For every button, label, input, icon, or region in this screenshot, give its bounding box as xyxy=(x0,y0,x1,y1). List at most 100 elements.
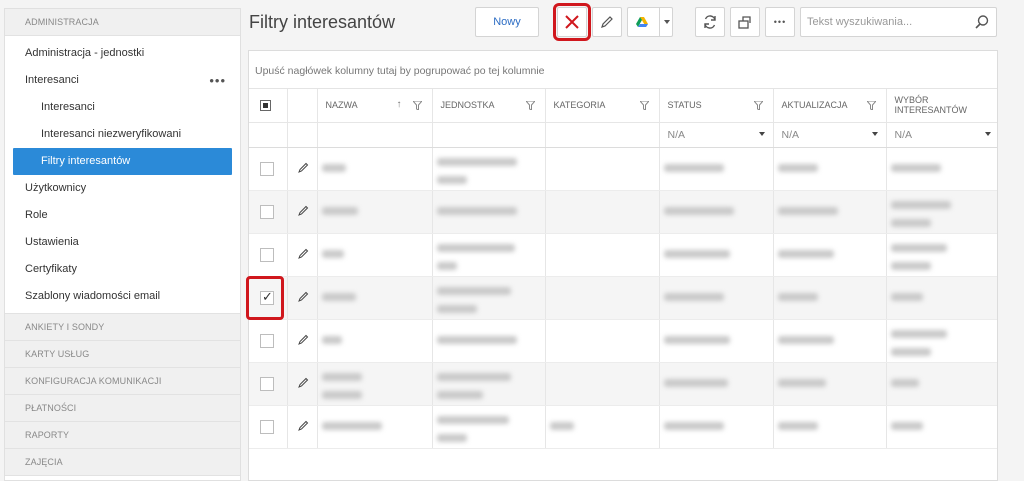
table-row[interactable] xyxy=(249,362,997,406)
cell-nazwa xyxy=(317,276,433,320)
redacted-text xyxy=(436,373,511,382)
pencil-icon[interactable] xyxy=(297,291,309,302)
row-checkbox[interactable] xyxy=(260,161,274,176)
redacted-text xyxy=(663,164,724,173)
filter-nazwa[interactable] xyxy=(317,122,433,148)
pencil-icon[interactable] xyxy=(297,420,309,431)
table-row[interactable] xyxy=(249,233,997,277)
pencil-icon[interactable] xyxy=(297,248,309,259)
sidebar-item-certyfikaty[interactable]: Certyfikaty xyxy=(5,256,240,283)
search-icon[interactable] xyxy=(974,14,990,30)
redacted-text xyxy=(890,422,923,431)
row-checkbox[interactable] xyxy=(260,376,274,391)
redacted-text xyxy=(777,293,818,302)
sidebar-item-filtry[interactable]: Filtry interesantów xyxy=(13,148,232,175)
export-button[interactable] xyxy=(730,7,760,37)
cell-aktualizacja xyxy=(773,276,887,320)
cell-status xyxy=(659,190,774,234)
pencil-icon[interactable] xyxy=(297,205,309,216)
drive-dropdown-button[interactable] xyxy=(627,7,673,37)
more-menu-icon[interactable]: ••• xyxy=(209,67,226,94)
cell-wybor xyxy=(886,362,997,406)
redacted-text xyxy=(436,207,517,216)
column-header-kategoria[interactable]: KATEGORIA xyxy=(545,89,660,123)
filter-aktualizacja[interactable]: N/A xyxy=(773,122,887,148)
filter-icon[interactable] xyxy=(525,101,535,110)
row-checkbox[interactable] xyxy=(260,247,274,262)
search-input[interactable] xyxy=(801,8,961,36)
cell-aktualizacja xyxy=(773,147,887,191)
pencil-icon[interactable] xyxy=(297,334,309,345)
redacted-text xyxy=(890,201,951,210)
filter-row: N/A N/A N/A xyxy=(249,122,997,148)
table-row[interactable] xyxy=(249,405,997,449)
section-administracja[interactable]: ADMINISTRACJA xyxy=(5,9,240,36)
sidebar-item-ustawienia[interactable]: Ustawienia xyxy=(5,229,240,256)
redacted-text xyxy=(321,373,362,382)
filter-wybor[interactable]: N/A xyxy=(886,122,997,148)
redacted-text xyxy=(777,336,834,345)
dropdown-caret-icon[interactable] xyxy=(871,131,878,136)
redacted-text xyxy=(436,287,511,296)
new-button[interactable]: Nowy xyxy=(475,7,539,37)
cell-status xyxy=(659,233,774,277)
redacted-text xyxy=(436,336,517,345)
close-icon xyxy=(565,15,579,29)
sidebar-item-niezweryfikowani[interactable]: Interesanci niezweryfikowani xyxy=(5,121,240,148)
sidebar-item-interesanci[interactable]: Interesanci ••• xyxy=(5,67,240,94)
column-header-status[interactable]: STATUS xyxy=(659,89,774,123)
more-options-button[interactable]: ••• xyxy=(765,7,795,37)
column-header-wybor[interactable]: WYBÓR INTERESANTÓW xyxy=(886,89,997,123)
row-checkbox[interactable] xyxy=(260,333,274,348)
group-panel[interactable]: Upuść nagłówek kolumny tutaj by pogrupow… xyxy=(249,51,997,89)
dropdown-caret-icon[interactable] xyxy=(984,131,991,136)
dropdown-caret-icon[interactable] xyxy=(758,131,765,136)
filter-kategoria[interactable] xyxy=(545,122,660,148)
cell-aktualizacja xyxy=(773,190,887,234)
redacted-text xyxy=(436,175,467,184)
row-checkbox[interactable] xyxy=(260,419,274,434)
table-row[interactable] xyxy=(249,147,997,191)
section-zajecia[interactable]: ZAJĘCIA xyxy=(5,449,240,476)
refresh-button[interactable] xyxy=(695,7,725,37)
filter-icon[interactable] xyxy=(412,101,422,110)
section-ankiety[interactable]: ANKIETY I SONDY xyxy=(5,314,240,341)
table-row[interactable] xyxy=(249,319,997,363)
column-header-nazwa[interactable]: NAZWA ↑ xyxy=(317,89,433,123)
column-label: JEDNOSTKA xyxy=(440,100,495,111)
sidebar-item-jednostki[interactable]: Administracja - jednostki xyxy=(5,40,240,67)
table-row[interactable] xyxy=(249,190,997,234)
sidebar-item-role[interactable]: Role xyxy=(5,202,240,229)
sort-ascending-icon[interactable]: ↑ xyxy=(397,99,402,110)
filter-icon[interactable] xyxy=(753,101,763,110)
cell-kategoria xyxy=(545,362,660,406)
row-checkbox[interactable] xyxy=(260,204,274,219)
section-konfiguracja[interactable]: KONFIGURACJA KOMUNIKACJI xyxy=(5,368,240,395)
filter-icon[interactable] xyxy=(639,101,649,110)
sidebar-item-interesanci-sub[interactable]: Interesanci xyxy=(5,94,240,121)
table-row[interactable] xyxy=(249,276,997,320)
section-raporty[interactable]: RAPORTY xyxy=(5,422,240,449)
cell-status xyxy=(659,405,774,449)
filter-status[interactable]: N/A xyxy=(659,122,774,148)
column-header-jednostka[interactable]: JEDNOSTKA xyxy=(432,89,546,123)
refresh-icon xyxy=(704,15,716,29)
select-all-checkbox[interactable] xyxy=(260,99,271,111)
column-header-aktualizacja[interactable]: AKTUALIZACJA xyxy=(773,89,887,123)
filter-jednostka[interactable] xyxy=(432,122,546,148)
redacted-text xyxy=(890,330,947,339)
filter-icon[interactable] xyxy=(866,101,876,110)
section-platnosci[interactable]: PŁATNOŚCI xyxy=(5,395,240,422)
delete-button[interactable] xyxy=(553,3,591,41)
cell-jednostka xyxy=(432,276,546,320)
pencil-icon[interactable] xyxy=(297,377,309,388)
edit-button[interactable] xyxy=(592,7,622,37)
redacted-text xyxy=(777,422,818,431)
sidebar-item-szablony[interactable]: Szablony wiadomości email xyxy=(5,283,240,310)
pencil-icon[interactable] xyxy=(297,162,309,173)
sidebar-item-uzytkownicy[interactable]: Użytkownicy xyxy=(5,175,240,202)
section-karty[interactable]: KARTY USŁUG xyxy=(5,341,240,368)
redacted-text xyxy=(663,336,730,345)
cell-wybor xyxy=(886,233,997,277)
row-checkbox[interactable] xyxy=(260,289,274,305)
